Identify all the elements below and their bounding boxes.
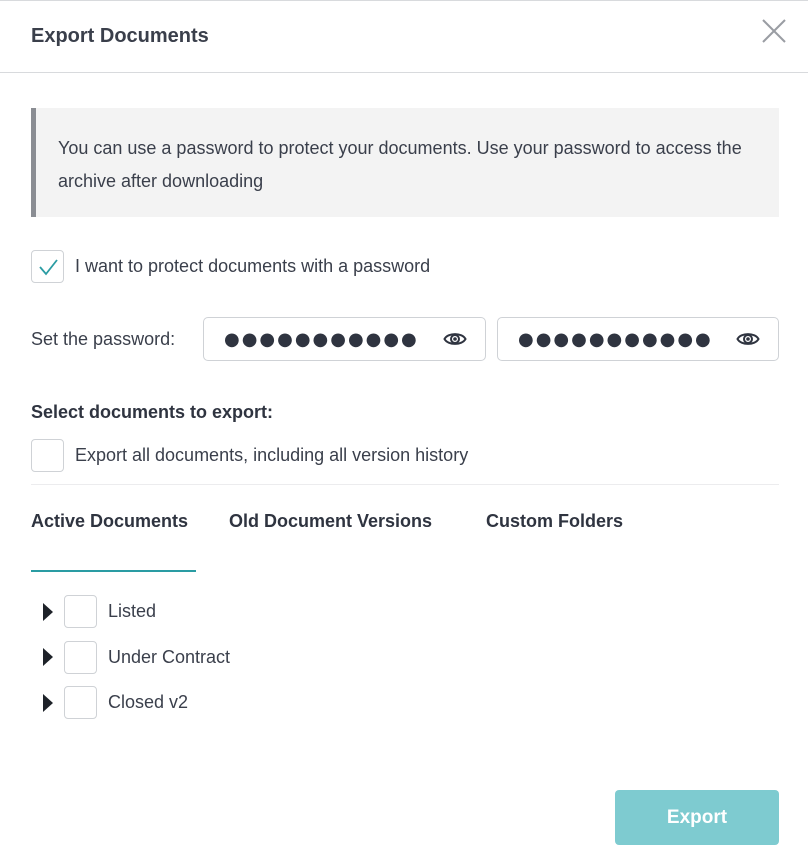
tree-item-checkbox[interactable]: [64, 640, 97, 674]
caret-right-icon[interactable]: [42, 602, 54, 622]
checkmark-icon: [38, 258, 58, 275]
close-button[interactable]: [760, 17, 788, 45]
export-documents-dialog: Export Documents You can use a password …: [0, 0, 808, 868]
confirm-password-field: [497, 317, 779, 361]
eye-icon[interactable]: [736, 327, 760, 351]
password-info-text: You can use a password to protect your d…: [58, 138, 742, 191]
tree-item-checkbox[interactable]: [64, 595, 97, 628]
tree-item-listed: Listed: [42, 595, 230, 628]
protect-password-row: I want to protect documents with a passw…: [31, 250, 430, 283]
export-all-row: Export all documents, including all vers…: [31, 439, 468, 472]
password-info-box: You can use a password to protect your d…: [31, 108, 779, 217]
document-tabs: Active Documents Old Document Versions C…: [31, 511, 623, 572]
tab-custom-folders[interactable]: Custom Folders: [486, 511, 623, 572]
export-button[interactable]: Export: [615, 790, 779, 845]
tab-old-document-versions[interactable]: Old Document Versions: [229, 511, 453, 572]
tree-item-checkbox[interactable]: [64, 686, 97, 719]
set-password-label: Set the password:: [31, 328, 176, 349]
caret-right-icon[interactable]: [42, 647, 54, 667]
password-field: [203, 317, 486, 361]
tab-active-documents[interactable]: Active Documents: [31, 511, 196, 572]
set-password-row: Set the password:: [31, 317, 779, 361]
eye-icon[interactable]: [443, 327, 467, 351]
confirm-password-input[interactable]: [518, 328, 718, 350]
export-all-label: Export all documents, including all vers…: [75, 445, 469, 465]
select-documents-title: Select documents to export:: [31, 402, 274, 422]
tree-item-under-contract: Under Contract: [42, 640, 231, 674]
caret-right-icon[interactable]: [42, 693, 54, 713]
tree-item-label: Under Contract: [108, 646, 231, 667]
password-input[interactable]: [224, 328, 424, 350]
export-all-checkbox[interactable]: [31, 439, 64, 472]
tree-item-closed-v2: Closed v2: [42, 686, 230, 719]
close-icon: [762, 19, 786, 43]
tree-item-label: Closed v2: [108, 692, 189, 712]
divider: [31, 484, 779, 485]
dialog-header: Export Documents: [0, 1, 808, 73]
dialog-title: Export Documents: [31, 25, 209, 47]
protect-password-label: I want to protect documents with a passw…: [75, 256, 431, 276]
document-tree: Listed Under Contract Closed v2: [42, 595, 230, 732]
tree-item-label: Listed: [108, 601, 157, 621]
protect-password-checkbox[interactable]: [31, 250, 64, 283]
